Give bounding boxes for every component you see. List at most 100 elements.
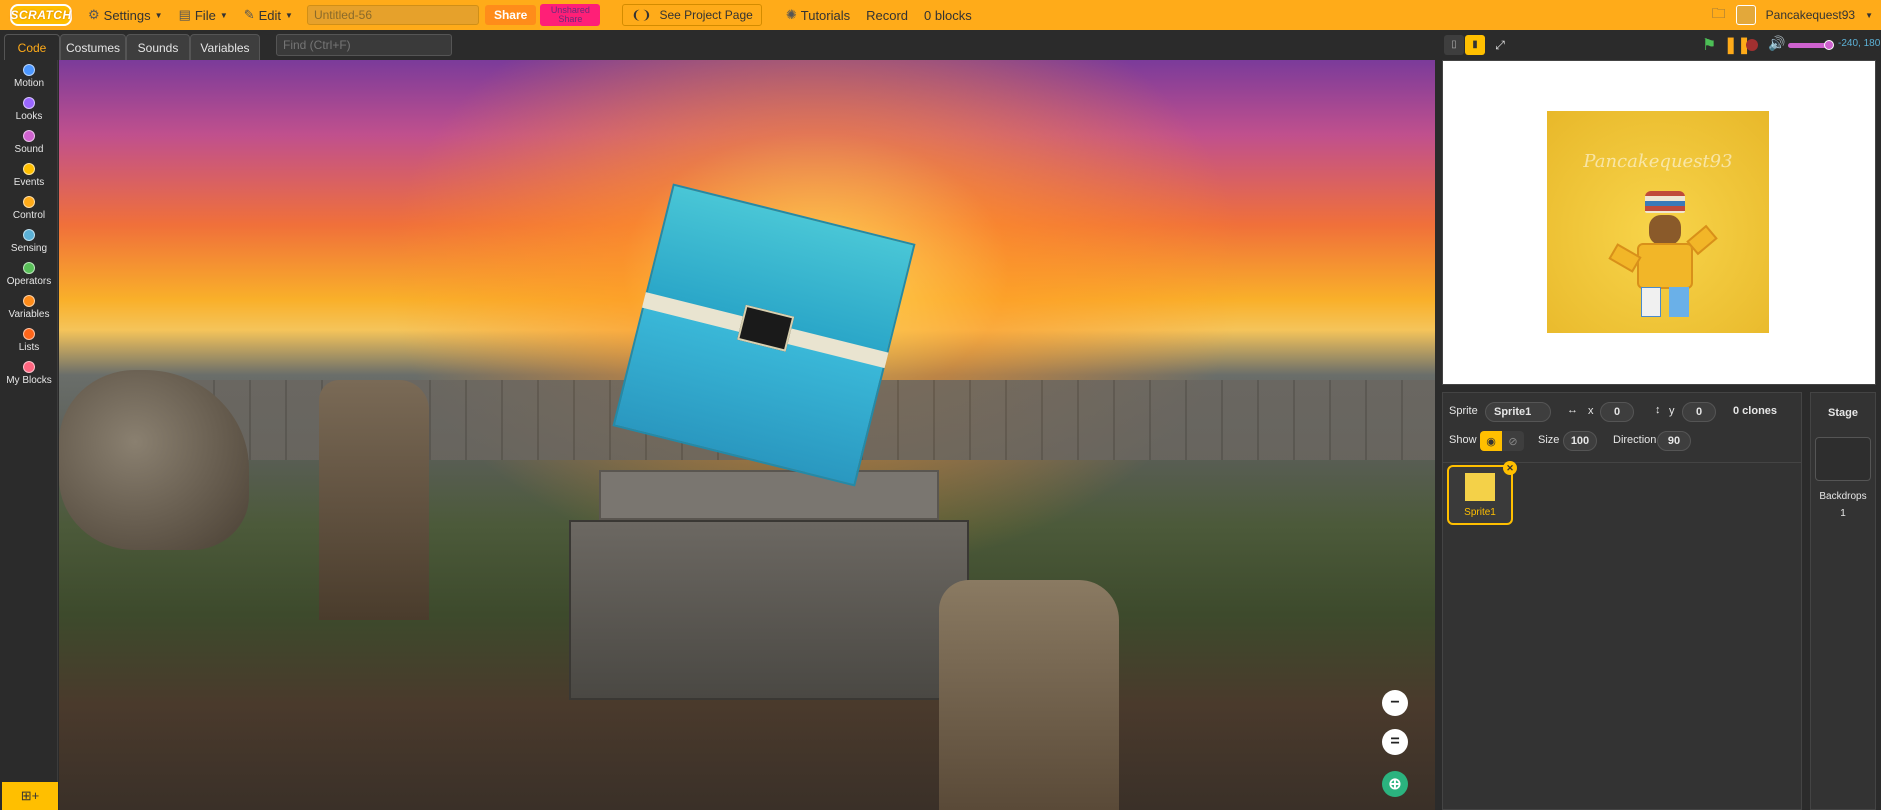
folder-icon[interactable]: 🗀 [1712,3,1726,27]
y-position-input[interactable]: 0 [1682,402,1716,422]
block-categories: Motion Looks Sound Events Control Sensin… [0,60,58,810]
community-share-button[interactable]: Unshared Share [540,4,601,26]
eye-off-icon: ⊘ [1508,435,1518,448]
add-extension-icon: ⊞+ [20,788,40,803]
x-position-input[interactable]: 0 [1600,402,1634,422]
direction-label: Direction [1613,434,1657,446]
add-extension-button[interactable]: ⊞+ [2,782,58,810]
tab-costumes[interactable]: Costumes [60,34,126,60]
caret-down-icon: ▼ [285,10,293,20]
category-looks[interactable]: Looks [0,97,58,122]
sprite-watermark: Pancakequest93 [1583,151,1733,172]
sprite-thumbnail-name: Sprite1 [1464,507,1496,518]
see-project-page-label: See Project Page [659,8,753,22]
backdrops-count: 1 [1840,508,1846,519]
blocks-count: 0 blocks [924,7,972,23]
settings-label: Settings [103,7,151,23]
looks-icon [23,97,35,109]
pencil-icon: ✎ [243,7,255,22]
normal-stage-button[interactable]: ▮ [1465,35,1485,55]
editor-tabs: Code Costumes Sounds Variables [0,30,1440,60]
caret-down-icon[interactable]: ▼ [1865,11,1873,20]
eye-icon: ◉ [1486,435,1496,448]
lists-icon [23,328,35,340]
sprite-thumbnail[interactable]: ✕ Sprite1 [1447,461,1517,525]
stage-target-pane[interactable]: Stage Backdrops 1 [1810,392,1876,810]
tutorials-menu[interactable]: ✺ Tutorials [778,0,858,30]
size-input[interactable]: 100 [1563,431,1597,451]
category-lists[interactable]: Lists [0,328,58,353]
hide-sprite-toggle[interactable]: ⊘ [1502,431,1524,451]
category-motion[interactable]: Motion [0,64,58,89]
sprite-info: Sprite Sprite1 ↔ x 0 ↕ y 0 0 clones Show… [1443,393,1801,463]
edit-menu[interactable]: ✎ Edit ▼ [236,0,301,30]
menu-bar: SCRATCH ⚙ Settings ▼ ▤ File ▼ ✎ Edit ▼ S… [0,0,1881,30]
zoom-out-button[interactable]: − [1382,690,1408,716]
tutorials-label: Tutorials [800,7,851,23]
control-icon [23,196,35,208]
volume-icon[interactable]: 🔊 [1768,35,1785,52]
zoom-in-button[interactable]: ⊕ [1382,771,1408,797]
stage[interactable]: Pancakequest93 [1442,60,1876,385]
see-project-page-button[interactable]: ❨❩ See Project Page [622,4,762,26]
tab-variables[interactable]: Variables [190,34,260,60]
sprite-image[interactable]: Pancakequest93 [1547,111,1769,333]
sprite-label: Sprite [1449,405,1478,417]
pedestal-image [569,520,969,700]
tree-stump-image [939,580,1119,810]
backdrops-label: Backdrops [1819,491,1867,502]
settings-menu[interactable]: ⚙ Settings ▼ [80,0,171,30]
scratch-logo[interactable]: SCRATCH [10,4,72,26]
reset-zoom-button[interactable]: = [1382,729,1408,755]
fullscreen-button[interactable]: ⤢ [1490,35,1510,55]
coordinates-readout: -240, 180 [1838,38,1881,49]
caret-down-icon: ▼ [154,10,163,20]
size-label: Size [1538,434,1560,446]
category-operators[interactable]: Operators [0,262,58,287]
gear-icon: ⚙ [88,7,100,22]
green-flag-icon[interactable]: ⚑ [1702,35,1716,55]
category-control[interactable]: Control [0,196,58,221]
show-label: Show [1449,434,1477,446]
sprite-name-input[interactable]: Sprite1 [1485,402,1551,422]
tab-sounds[interactable]: Sounds [126,34,190,60]
stage-thumbnail[interactable] [1815,437,1871,481]
small-stage-button[interactable]: ▯ [1444,35,1464,55]
lightbulb-icon: ✺ [785,7,797,22]
file-menu[interactable]: ▤ File ▼ [171,0,236,30]
my-blocks-icon [23,361,35,373]
category-events[interactable]: Events [0,163,58,188]
volume-slider[interactable] [1788,40,1834,50]
record-button[interactable]: Record [858,0,916,30]
account-area: 🗀 Pancakequest93 ▼ [1712,0,1873,30]
delete-sprite-icon[interactable]: ✕ [1503,461,1517,475]
character-figure [1608,191,1718,321]
motion-icon [23,64,35,76]
sensing-icon [23,229,35,241]
y-arrows-icon: ↕ [1655,404,1661,416]
code-workspace[interactable]: − = ⊕ [59,60,1435,810]
stage-title: Stage [1828,407,1858,419]
category-sound[interactable]: Sound [0,130,58,155]
project-title-input[interactable] [306,5,479,25]
operators-icon [23,262,35,274]
stop-icon[interactable] [1746,39,1758,51]
file-label: File [194,7,216,23]
volume-slider-handle[interactable] [1824,40,1834,50]
category-variables[interactable]: Variables [0,295,58,320]
sprite-info-panel: Sprite Sprite1 ↔ x 0 ↕ y 0 0 clones Show… [1442,392,1802,810]
category-my-blocks[interactable]: My Blocks [0,361,58,386]
clones-count: 0 clones [1733,405,1778,417]
project-page-icon: ❨❩ [631,8,652,22]
direction-input[interactable]: 90 [1657,431,1691,451]
tree-stump-image [319,380,429,620]
avatar[interactable] [1735,5,1756,25]
find-input[interactable] [276,34,452,56]
x-label: x [1588,405,1594,417]
username[interactable]: Pancakequest93 [1766,8,1855,22]
tab-code[interactable]: Code [4,34,60,60]
share-button[interactable]: Share [484,5,537,25]
category-sensing[interactable]: Sensing [0,229,58,254]
stage-header: ▯ ▮ ⤢ ⚑ ❚❚ 🔊 -240, 180 [1440,30,1881,60]
show-sprite-toggle[interactable]: ◉ [1480,431,1502,451]
